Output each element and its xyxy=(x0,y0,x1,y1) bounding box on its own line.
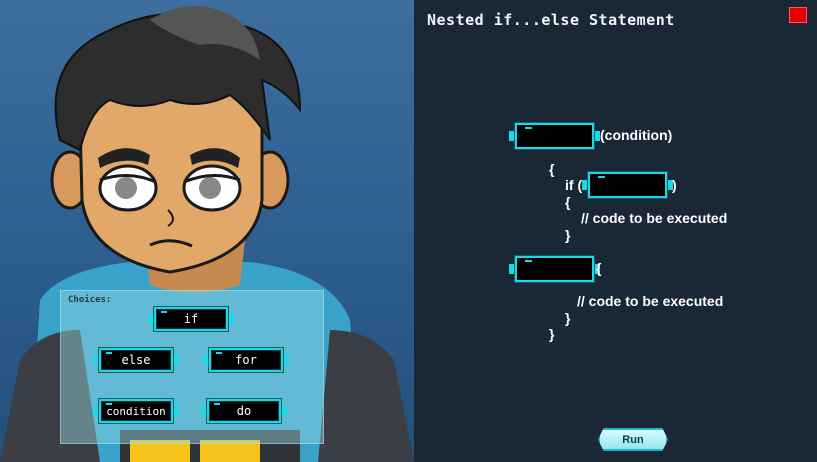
slot-accent xyxy=(525,260,532,262)
code-inner-if: if ( xyxy=(565,177,583,193)
chip-accent xyxy=(106,352,112,354)
code-brace-close-2: } xyxy=(565,227,571,243)
code-panel: Nested if...else Statement xyxy=(414,0,817,462)
choices-title: Choices: xyxy=(68,295,112,305)
choice-else[interactable]: else xyxy=(93,348,179,372)
code-brace-open-2: { xyxy=(565,194,571,210)
code-comment-1: // code to be executed xyxy=(581,210,728,226)
choice-condition-label: condition xyxy=(106,404,166,418)
chip-accent xyxy=(214,403,220,405)
chip-accent xyxy=(106,403,112,405)
drop-slot-1[interactable] xyxy=(509,123,600,149)
choice-if[interactable]: if xyxy=(148,307,234,331)
choice-do-label: do xyxy=(236,404,252,418)
code-brace-open-1: { xyxy=(549,161,555,177)
page-title: Nested if...else Statement xyxy=(427,11,675,29)
choices-panel: Choices: if else for condition do xyxy=(60,290,324,444)
code-inner-if-close: ) xyxy=(672,177,677,193)
code-line-condition: (condition) xyxy=(600,127,673,143)
close-button[interactable] xyxy=(789,7,807,23)
code-comment-2: // code to be executed xyxy=(577,293,724,309)
choice-for[interactable]: for xyxy=(203,348,289,372)
game-scene: Choices: if else for condition do xyxy=(0,0,414,462)
run-button[interactable]: Run xyxy=(598,428,668,451)
slot-accent xyxy=(525,127,532,129)
choice-do[interactable]: do xyxy=(201,399,287,423)
drop-slot-3[interactable] xyxy=(509,256,600,282)
chip-accent xyxy=(216,352,222,354)
choice-if-label: if xyxy=(183,312,199,326)
code-brace-after-slot: { xyxy=(596,260,602,276)
chip-accent xyxy=(161,311,167,313)
code-brace-close-4: } xyxy=(549,326,555,342)
drop-slot-2[interactable] xyxy=(582,172,673,198)
code-brace-close-3: } xyxy=(565,310,571,326)
choice-for-label: for xyxy=(235,353,257,367)
slot-accent xyxy=(598,176,605,178)
choice-else-label: else xyxy=(121,353,151,367)
choice-condition[interactable]: condition xyxy=(93,399,179,423)
